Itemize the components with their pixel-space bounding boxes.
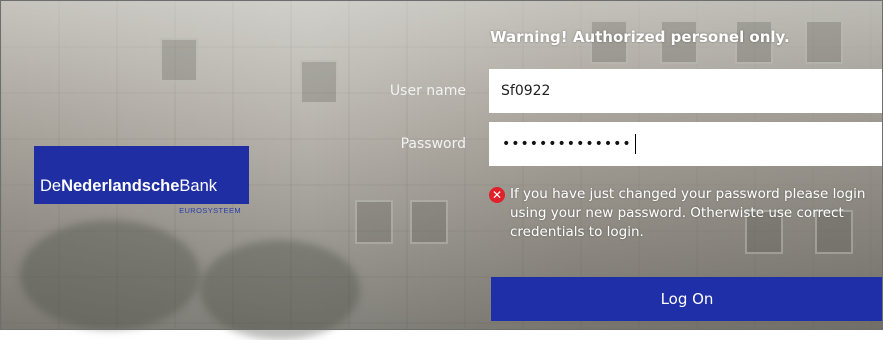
background-window — [355, 200, 393, 244]
username-label: User name — [389, 83, 466, 99]
background-window — [160, 38, 198, 82]
username-input[interactable] — [489, 69, 883, 113]
background-window — [300, 60, 338, 104]
password-masked-value: •••••••••••••• — [502, 136, 632, 152]
bank-logo-name: DeNederlandscheBank — [40, 177, 217, 195]
password-label: Password — [400, 136, 466, 152]
log-on-button[interactable]: Log On — [491, 277, 883, 321]
error-x-icon: ✕ — [489, 187, 505, 203]
text-caret — [635, 134, 636, 154]
bank-logo-tagline: EUROSYSTEEM — [179, 206, 241, 215]
background-window — [805, 20, 843, 64]
warning-message: Warning! Authorized personel only. — [490, 28, 790, 46]
error-message: If you have just changed your password p… — [510, 186, 866, 240]
background-tree — [20, 220, 200, 330]
background-tree — [200, 240, 360, 340]
background-window — [410, 200, 448, 244]
